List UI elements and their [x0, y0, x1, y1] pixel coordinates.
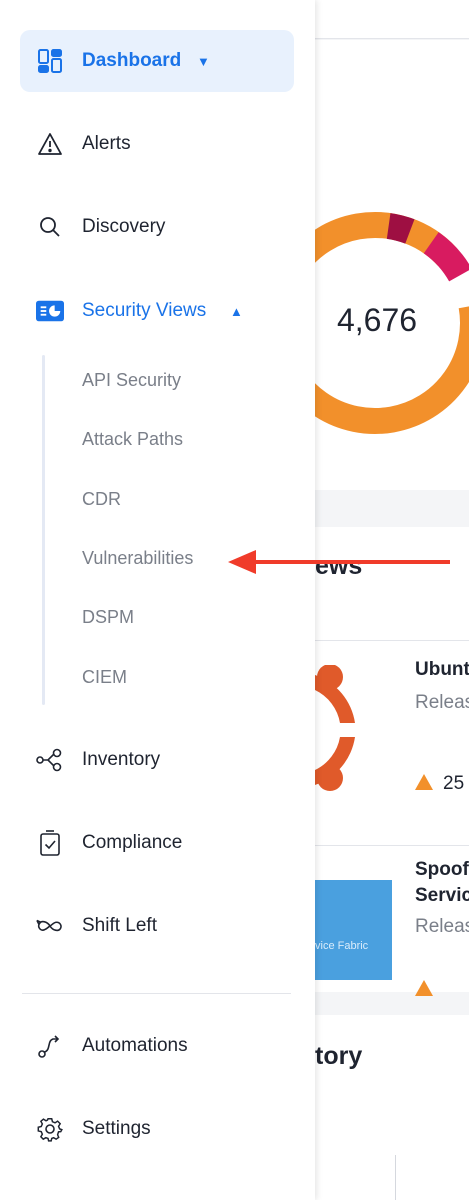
news-item-subtitle: Releas	[415, 692, 469, 713]
sidebar-item-alerts[interactable]: Alerts	[20, 113, 294, 175]
submenu-item-dspm[interactable]: DSPM	[82, 607, 134, 628]
warning-icon	[415, 980, 433, 996]
summary-card	[315, 40, 469, 490]
sidebar-item-security-views[interactable]: Security Views ▲	[20, 280, 294, 342]
dashboard-background: 4,676 ews Ubunt Releas 25 vice Fabric Sp…	[315, 0, 469, 1200]
dashboard-icon	[36, 47, 64, 75]
news-item-count: 25	[443, 773, 465, 794]
annotation-arrow-shaft	[250, 560, 450, 564]
sidebar-item-label: Shift Left	[82, 915, 157, 936]
submenu-rail	[42, 355, 45, 705]
inventory-divider	[395, 1155, 396, 1200]
row-divider	[315, 640, 469, 641]
service-fabric-image-text: vice Fabric	[315, 940, 369, 952]
sidebar-item-settings[interactable]: Settings	[20, 1098, 294, 1160]
sidebar-item-compliance[interactable]: Compliance	[20, 812, 294, 874]
sidebar-item-label: Dashboard	[82, 50, 182, 71]
automation-icon	[36, 1032, 64, 1060]
search-icon	[36, 213, 64, 241]
sidebar-divider	[22, 993, 291, 994]
submenu-item-cdr[interactable]: CDR	[82, 489, 121, 510]
alert-triangle-icon	[36, 130, 64, 158]
inventory-card-title: tory	[315, 1042, 363, 1070]
sidebar-item-label: Inventory	[82, 749, 161, 770]
sidebar: Dashboard ▼ Alerts Discovery Security Vi…	[0, 0, 315, 1200]
warning-icon	[415, 774, 433, 790]
inventory-graph-icon	[36, 746, 64, 774]
news-item-title-line2[interactable]: Servic	[415, 884, 469, 907]
sidebar-item-label: Discovery	[82, 216, 166, 237]
submenu-item-ciem[interactable]: CIEM	[82, 667, 127, 688]
submenu-item-api-security[interactable]: API Security	[82, 370, 181, 391]
sidebar-item-inventory[interactable]: Inventory	[20, 729, 294, 791]
submenu-item-vulnerabilities[interactable]: Vulnerabilities	[82, 548, 193, 569]
sidebar-item-shift-left[interactable]: Shift Left	[20, 895, 294, 957]
donut-total: 4,676	[336, 302, 418, 338]
infinity-icon	[36, 912, 64, 940]
caret-down-icon[interactable]: ▼	[197, 54, 210, 69]
caret-up-icon[interactable]: ▲	[230, 304, 243, 319]
sidebar-item-label: Security Views	[82, 300, 207, 321]
news-item-subtitle: Releas	[415, 916, 469, 937]
news-item-title[interactable]: Spoof	[415, 858, 469, 881]
service-fabric-image	[315, 880, 392, 980]
sidebar-item-label: Compliance	[82, 832, 183, 853]
sidebar-item-discovery[interactable]: Discovery	[20, 196, 294, 258]
sidebar-item-automations[interactable]: Automations	[20, 1015, 294, 1077]
ubuntu-logo	[315, 665, 355, 791]
news-card-title: ews	[315, 552, 363, 580]
annotation-arrow-head	[228, 550, 256, 574]
donut-chart	[315, 212, 469, 434]
sidebar-item-label: Alerts	[82, 133, 131, 154]
sidebar-item-dashboard[interactable]: Dashboard ▼	[20, 30, 294, 92]
clipboard-check-icon	[36, 829, 64, 857]
security-views-icon	[36, 297, 64, 325]
submenu-item-attack-paths[interactable]: Attack Paths	[82, 429, 183, 450]
news-item-title[interactable]: Ubunt	[415, 658, 469, 681]
gear-icon	[36, 1115, 64, 1143]
row-divider	[315, 845, 469, 846]
sidebar-item-label: Automations	[82, 1035, 188, 1056]
top-bar	[315, 0, 469, 39]
sidebar-item-label: Settings	[82, 1118, 151, 1139]
